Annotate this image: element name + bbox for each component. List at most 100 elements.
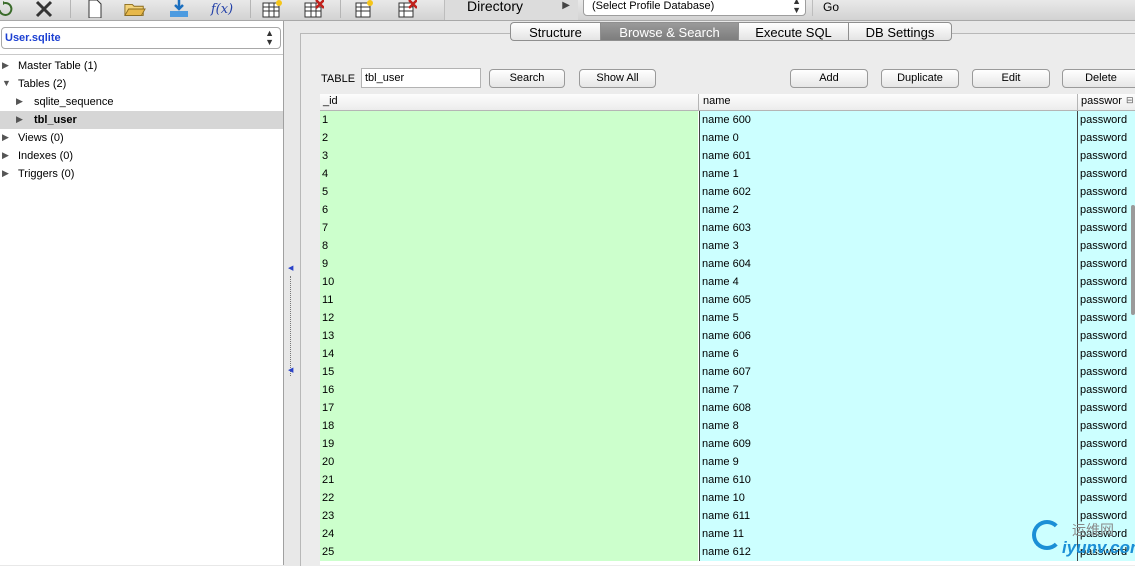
cell-password[interactable]: password	[1077, 489, 1135, 507]
table-row[interactable]: 12 name 5 password	[320, 309, 1135, 327]
tree-item-triggers[interactable]: ▶ Triggers (0)	[0, 165, 283, 183]
column-header-name[interactable]: name	[703, 95, 731, 107]
tree-item-tables[interactable]: ▼ Tables (2)	[0, 75, 283, 93]
cell-id[interactable]: 12	[320, 309, 698, 327]
table-row[interactable]: 25 name 612 password	[320, 543, 1135, 561]
cell-id[interactable]: 23	[320, 507, 698, 525]
cell-id[interactable]: 8	[320, 237, 698, 255]
cell-name[interactable]: name 1	[699, 165, 1077, 183]
cell-id[interactable]: 22	[320, 489, 698, 507]
cell-name[interactable]: name 0	[699, 129, 1077, 147]
collapse-arrow-icon[interactable]: ◀	[288, 366, 293, 374]
cell-id[interactable]: 17	[320, 399, 698, 417]
duplicate-button[interactable]: Duplicate	[881, 69, 959, 88]
cell-name[interactable]: name 612	[699, 543, 1077, 561]
cell-id[interactable]: 11	[320, 291, 698, 309]
table-row[interactable]: 16 name 7 password	[320, 381, 1135, 399]
table-row[interactable]: 4 name 1 password	[320, 165, 1135, 183]
cell-name[interactable]: name 601	[699, 147, 1077, 165]
show-all-button[interactable]: Show All	[579, 69, 656, 88]
cell-password[interactable]: password	[1077, 291, 1135, 309]
delete-button[interactable]: Delete	[1062, 69, 1135, 88]
disclosure-triangle-icon[interactable]: ▶	[16, 96, 23, 107]
new-file-icon[interactable]	[84, 0, 106, 18]
create-index-icon[interactable]	[353, 0, 375, 18]
cell-name[interactable]: name 4	[699, 273, 1077, 291]
table-row[interactable]: 10 name 4 password	[320, 273, 1135, 291]
cell-password[interactable]: password	[1077, 273, 1135, 291]
cell-name[interactable]: name 603	[699, 219, 1077, 237]
create-table-icon[interactable]	[261, 0, 283, 18]
cell-password[interactable]: password	[1077, 363, 1135, 381]
cell-id[interactable]: 24	[320, 525, 698, 543]
cell-id[interactable]: 6	[320, 201, 698, 219]
table-row[interactable]: 3 name 601 password	[320, 147, 1135, 165]
cell-password[interactable]: password	[1077, 255, 1135, 273]
cell-password[interactable]: password	[1077, 129, 1135, 147]
tab-browse-search[interactable]: Browse & Search	[600, 22, 738, 41]
cell-name[interactable]: name 608	[699, 399, 1077, 417]
cell-id[interactable]: 18	[320, 417, 698, 435]
table-row[interactable]: 21 name 610 password	[320, 471, 1135, 489]
disclosure-triangle-icon[interactable]: ▶	[2, 132, 9, 143]
disclosure-triangle-icon[interactable]: ▶	[16, 114, 23, 125]
cell-password[interactable]: password	[1077, 219, 1135, 237]
cell-password[interactable]: password	[1077, 165, 1135, 183]
disclosure-triangle-open-icon[interactable]: ▼	[2, 78, 11, 88]
directory-button[interactable]: Directory ▶	[444, 0, 578, 20]
cell-id[interactable]: 10	[320, 273, 698, 291]
delete-table-icon[interactable]	[303, 0, 325, 18]
cell-name[interactable]: name 602	[699, 183, 1077, 201]
cell-id[interactable]: 13	[320, 327, 698, 345]
table-row[interactable]: 13 name 606 password	[320, 327, 1135, 345]
tab-structure[interactable]: Structure	[510, 22, 600, 41]
cell-name[interactable]: name 610	[699, 471, 1077, 489]
tree-item-indexes[interactable]: ▶ Indexes (0)	[0, 147, 283, 165]
tab-execute-sql[interactable]: Execute SQL	[738, 22, 848, 41]
cell-name[interactable]: name 611	[699, 507, 1077, 525]
import-icon[interactable]	[168, 0, 190, 18]
cell-password[interactable]: password	[1077, 309, 1135, 327]
cell-id[interactable]: 1	[320, 111, 698, 129]
cell-password[interactable]: password	[1077, 183, 1135, 201]
table-row[interactable]: 24 name 11 password	[320, 525, 1135, 543]
delete-index-icon[interactable]	[396, 0, 418, 18]
pane-splitter[interactable]: ◀ ◀	[284, 21, 298, 565]
cell-password[interactable]: password	[1077, 435, 1135, 453]
go-button[interactable]: Go	[812, 0, 849, 16]
cell-name[interactable]: name 11	[699, 525, 1077, 543]
cell-name[interactable]: name 6	[699, 345, 1077, 363]
cell-password[interactable]: password	[1077, 111, 1135, 129]
disclosure-triangle-icon[interactable]: ▶	[2, 168, 9, 179]
table-row[interactable]: 11 name 605 password	[320, 291, 1135, 309]
cell-id[interactable]: 14	[320, 345, 698, 363]
column-header-id[interactable]: _id	[323, 95, 338, 107]
tools-icon[interactable]	[33, 0, 55, 18]
column-header-password[interactable]: passwor	[1081, 95, 1122, 107]
tree-item-views[interactable]: ▶ Views (0)	[0, 129, 283, 147]
cell-id[interactable]: 3	[320, 147, 698, 165]
tree-item-master-table[interactable]: ▶ Master Table (1)	[0, 57, 283, 75]
vertical-scrollbar[interactable]	[1131, 205, 1135, 315]
cell-id[interactable]: 4	[320, 165, 698, 183]
table-row[interactable]: 19 name 609 password	[320, 435, 1135, 453]
collapse-arrow-icon[interactable]: ◀	[288, 264, 293, 272]
column-divider[interactable]	[698, 94, 699, 110]
cell-name[interactable]: name 8	[699, 417, 1077, 435]
cell-id[interactable]: 2	[320, 129, 698, 147]
function-icon[interactable]: f(x)	[208, 0, 236, 18]
edit-button[interactable]: Edit	[972, 69, 1050, 88]
table-row[interactable]: 1 name 600 password	[320, 111, 1135, 129]
cell-name[interactable]: name 605	[699, 291, 1077, 309]
cell-id[interactable]: 7	[320, 219, 698, 237]
cell-id[interactable]: 5	[320, 183, 698, 201]
cell-name[interactable]: name 3	[699, 237, 1077, 255]
cell-name[interactable]: name 10	[699, 489, 1077, 507]
table-row[interactable]: 8 name 3 password	[320, 237, 1135, 255]
cell-id[interactable]: 19	[320, 435, 698, 453]
table-row[interactable]: 5 name 602 password	[320, 183, 1135, 201]
cell-name[interactable]: name 600	[699, 111, 1077, 129]
table-row[interactable]: 20 name 9 password	[320, 453, 1135, 471]
cell-name[interactable]: name 7	[699, 381, 1077, 399]
cell-password[interactable]: password	[1077, 147, 1135, 165]
